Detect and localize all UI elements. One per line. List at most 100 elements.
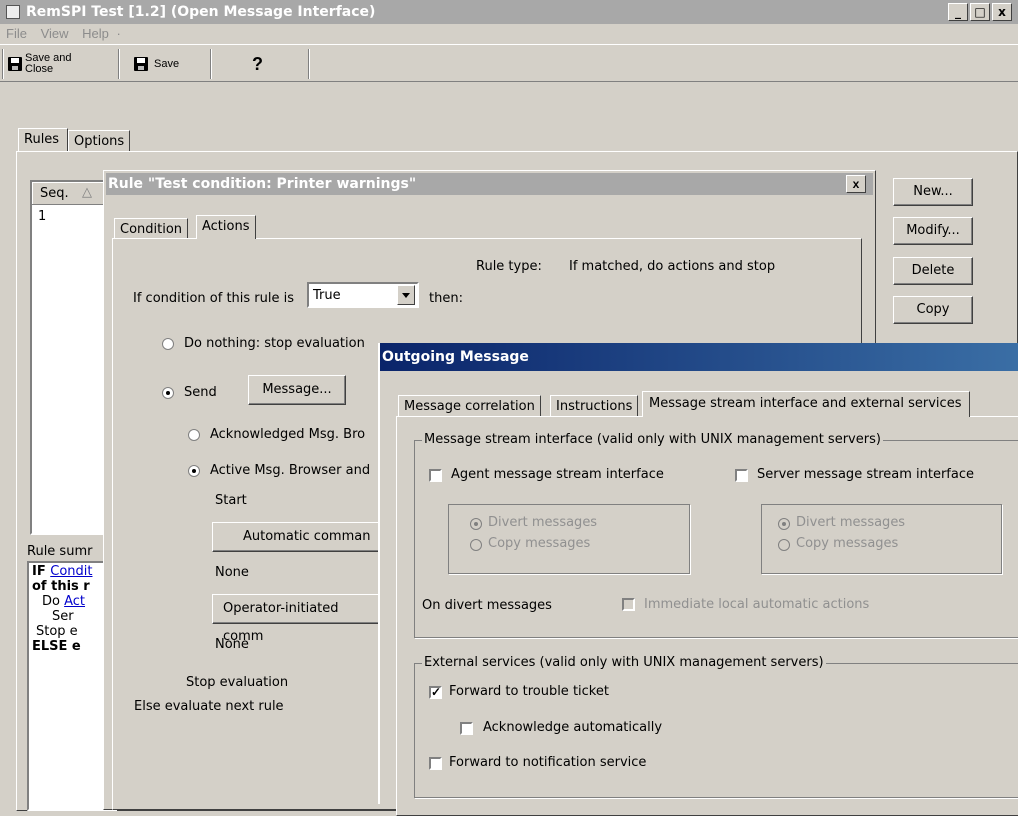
external-services-group-label: External services (valid only with UNIX …: [422, 655, 826, 670]
summary-line: Ser: [52, 609, 74, 624]
tab-rules[interactable]: Rules: [18, 128, 68, 152]
agent-divert-group: Divert messages Copy messages: [448, 504, 690, 574]
acknowledged-browser-label: Acknowledged Msg. Bro: [210, 427, 366, 442]
close-button[interactable]: x: [992, 3, 1012, 21]
send-radio[interactable]: [162, 387, 174, 399]
agent-msi-checkbox[interactable]: [429, 469, 442, 482]
window-title: RemSPI Test [1.2] (Open Message Interfac…: [26, 4, 376, 20]
rule-dialog-title: Rule "Test condition: Printer warnings": [108, 176, 417, 192]
server-divert-radio[interactable]: [778, 518, 790, 530]
immediate-actions-checkbox[interactable]: [622, 598, 635, 611]
outgoing-title-bar[interactable]: Outgoing Message: [380, 343, 1018, 371]
tab-message-stream-interface[interactable]: Message stream interface and external se…: [642, 391, 971, 417]
forward-notification-label: Forward to notification service: [449, 755, 647, 770]
floppy-disk-icon: [8, 57, 22, 71]
tab-instructions[interactable]: Instructions: [550, 395, 639, 417]
summary-line: Stop e: [36, 624, 78, 639]
operator-command-button[interactable]: Operator-initiated comm: [212, 594, 382, 644]
tab-options[interactable]: Options: [68, 130, 131, 152]
on-divert-label: On divert messages: [422, 598, 552, 613]
tab-actions[interactable]: Actions: [196, 215, 256, 239]
save-close-label-line2: Close: [25, 63, 54, 75]
app-icon: [6, 5, 20, 19]
toolbar: Save and Close Save ?: [0, 44, 1018, 82]
delete-rule-button[interactable]: Delete: [893, 257, 973, 285]
rule-type-value: If matched, do actions and stop: [569, 259, 776, 274]
sort-arrow-icon: △: [82, 185, 92, 200]
agent-copy-radio[interactable]: [470, 539, 482, 551]
toolbar-separator: [2, 49, 4, 79]
agent-copy-label: Copy messages: [488, 536, 591, 551]
summary-line: IF Condit: [32, 564, 93, 579]
minimize-button[interactable]: _: [948, 3, 968, 21]
condition-select-value: True: [313, 288, 341, 303]
main-title-bar[interactable]: RemSPI Test [1.2] (Open Message Interfac…: [0, 0, 1018, 24]
table-row[interactable]: 1: [38, 209, 46, 224]
actions-link[interactable]: Act: [64, 594, 85, 609]
active-browser-radio[interactable]: [188, 465, 200, 477]
server-divert-label: Divert messages: [796, 515, 906, 530]
modify-rule-button[interactable]: Modify...: [893, 217, 973, 245]
outgoing-message-dialog: Outgoing Message Message correlation Ins…: [378, 343, 1018, 816]
immediate-actions-label: Immediate local automatic actions: [644, 597, 870, 612]
acknowledge-automatically-checkbox[interactable]: [460, 722, 473, 735]
condition-select[interactable]: True: [307, 282, 419, 308]
acknowledge-automatically-label: Acknowledge automatically: [483, 720, 663, 735]
save-button[interactable]: Save: [134, 51, 179, 77]
maximize-button[interactable]: □: [970, 3, 990, 21]
do-nothing-label: Do nothing: stop evaluation: [184, 336, 365, 351]
automatic-command-button[interactable]: Automatic comman: [212, 522, 382, 552]
agent-divert-label: Divert messages: [488, 515, 598, 530]
server-msi-label: Server message stream interface: [757, 467, 974, 482]
menu-bar: File View Help ·: [0, 24, 1018, 44]
toolbar-separator: [118, 49, 120, 79]
menu-help[interactable]: Help: [82, 26, 109, 41]
then-label: then:: [429, 291, 463, 306]
forward-trouble-ticket-checkbox[interactable]: ✓: [429, 686, 442, 699]
do-nothing-radio[interactable]: [162, 338, 174, 350]
table-header[interactable]: Seq. △: [32, 182, 114, 205]
copy-rule-button[interactable]: Copy: [893, 296, 973, 324]
server-copy-radio[interactable]: [778, 539, 790, 551]
column-seq: Seq.: [40, 186, 69, 201]
summary-line: Do Act: [42, 594, 86, 609]
message-button[interactable]: Message...: [248, 375, 346, 405]
rule-summary-label: Rule sumr: [27, 544, 93, 559]
new-rule-button[interactable]: New...: [893, 178, 973, 206]
tab-message-correlation[interactable]: Message correlation: [398, 395, 541, 417]
agent-msi-label: Agent message stream interface: [451, 467, 664, 482]
server-msi-checkbox[interactable]: [735, 469, 748, 482]
tab-condition[interactable]: Condition: [114, 218, 189, 240]
floppy-disk-icon: [134, 57, 148, 71]
summary-line: of this r: [32, 579, 90, 594]
operator-none-label: None: [215, 637, 249, 652]
acknowledged-browser-radio[interactable]: [188, 429, 200, 441]
condition-link[interactable]: Condit: [50, 564, 92, 579]
dropdown-arrow-icon[interactable]: [397, 285, 415, 305]
save-label: Save: [154, 57, 180, 70]
rule-dialog-title-bar[interactable]: Rule "Test condition: Printer warnings" …: [106, 173, 873, 195]
forward-notification-checkbox[interactable]: [429, 757, 442, 770]
rule-dialog-close-button[interactable]: x: [846, 175, 866, 193]
menu-view[interactable]: View: [41, 26, 69, 41]
menu-extra: ·: [116, 26, 121, 41]
save-and-close-button[interactable]: Save and Close: [8, 51, 71, 77]
msi-group-label: Message stream interface (valid only wit…: [422, 432, 883, 447]
send-label: Send: [184, 385, 217, 400]
start-label: Start: [215, 493, 247, 508]
if-condition-label: If condition of this rule is: [133, 291, 295, 306]
active-browser-label: Active Msg. Browser and: [210, 463, 371, 478]
rule-type-label: Rule type:: [476, 259, 542, 274]
summary-line: ELSE e: [32, 639, 81, 654]
agent-divert-radio[interactable]: [470, 518, 482, 530]
toolbar-separator: [308, 49, 310, 79]
else-evaluate-label: Else evaluate next rule: [134, 699, 284, 714]
menu-file[interactable]: File: [6, 26, 27, 41]
toolbar-separator: [210, 49, 212, 79]
help-question-icon[interactable]: ?: [252, 51, 263, 77]
stop-evaluation-label: Stop evaluation: [186, 675, 289, 690]
automatic-none-label: None: [215, 565, 249, 580]
outgoing-title: Outgoing Message: [382, 349, 529, 365]
forward-trouble-ticket-label: Forward to trouble ticket: [449, 684, 609, 699]
server-divert-group: Divert messages Copy messages: [761, 504, 1002, 574]
